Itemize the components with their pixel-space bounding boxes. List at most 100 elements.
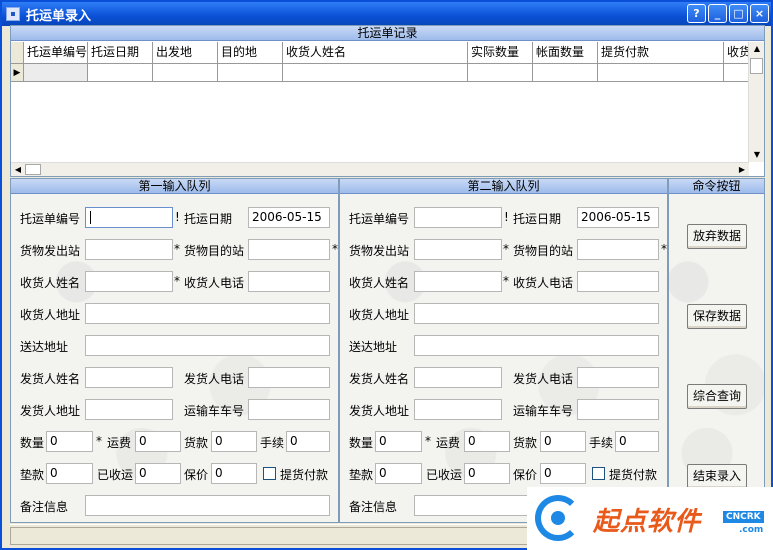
scroll-left-icon[interactable]: ◀ xyxy=(11,163,25,177)
truck-no-input-2[interactable] xyxy=(577,399,659,420)
table-cell[interactable] xyxy=(153,64,218,82)
waybill-records-grid[interactable]: 托运单记录 托运单编号 托运日期 出发地 目的地 收货人姓名 实际数量 帐面数量… xyxy=(10,25,765,177)
pay-on-pickup-checkbox[interactable] xyxy=(263,467,276,480)
table-cell[interactable] xyxy=(88,64,153,82)
consignee-address-input-2[interactable] xyxy=(414,303,659,324)
discard-data-button[interactable]: 放弃数据 xyxy=(687,224,747,249)
collected-input[interactable]: 0 xyxy=(135,463,181,484)
freight-input-2[interactable]: 0 xyxy=(464,431,510,452)
query-button[interactable]: 综合查询 xyxy=(687,384,747,409)
column-header-consignee-name[interactable]: 收货人姓名 xyxy=(283,42,468,64)
grid-vertical-scrollbar[interactable]: ▲ ▼ xyxy=(748,42,764,162)
consignee-phone-input[interactable] xyxy=(248,271,330,292)
help-button[interactable]: ? xyxy=(687,4,706,23)
origin-input[interactable] xyxy=(85,239,173,260)
grid-horizontal-scrollbar[interactable]: ◀ ▶ xyxy=(11,162,749,176)
label-freight: 运费 xyxy=(436,436,461,450)
label-origin: 货物发出站 xyxy=(349,244,410,258)
label-quantity: 数量 xyxy=(20,436,45,450)
watermark-brand: 起点软件 xyxy=(593,507,702,537)
waybill-no-input[interactable] xyxy=(85,207,173,228)
fee-input[interactable]: 0 xyxy=(286,431,330,452)
label-shipper-name: 发货人姓名 xyxy=(20,372,81,386)
consignee-name-input[interactable] xyxy=(85,271,173,292)
truck-no-input[interactable] xyxy=(248,399,330,420)
scroll-up-icon[interactable]: ▲ xyxy=(749,42,765,56)
freight-input[interactable]: 0 xyxy=(135,431,181,452)
column-header-receive[interactable]: 收货 xyxy=(724,42,749,64)
scroll-thumb[interactable] xyxy=(25,164,41,175)
label-shipper-name: 发货人姓名 xyxy=(349,372,410,386)
label-delivery-address: 送达地址 xyxy=(349,340,398,354)
ship-date-input-2[interactable]: 2006-05-15 xyxy=(577,207,659,228)
quantity-input[interactable]: 0 xyxy=(46,431,93,452)
watermark: 起点软件 CNCRK .com xyxy=(527,487,773,550)
quantity-input-2[interactable]: 0 xyxy=(375,431,422,452)
insured-input[interactable]: 0 xyxy=(211,463,257,484)
required-mark: * xyxy=(661,242,667,256)
scroll-right-icon[interactable]: ▶ xyxy=(735,163,749,177)
status-cell xyxy=(10,527,530,545)
required-mark: * xyxy=(96,434,102,448)
fee-input-2[interactable]: 0 xyxy=(615,431,659,452)
label-truck-no: 运输车车号 xyxy=(513,404,574,418)
text-caret xyxy=(90,211,91,224)
close-button[interactable]: × xyxy=(750,4,769,23)
brand-logo-icon xyxy=(535,495,581,541)
table-cell[interactable] xyxy=(24,64,88,82)
maximize-button[interactable]: □ xyxy=(729,4,748,23)
scroll-down-icon[interactable]: ▼ xyxy=(749,148,765,162)
save-data-button[interactable]: 保存数据 xyxy=(687,304,747,329)
first-input-queue: 第一输入队列 托运单编号 ! 托运日期 2006-05-15 货物发出站 * 货… xyxy=(10,178,339,523)
shipper-name-input-2[interactable] xyxy=(414,367,502,388)
insured-input-2[interactable]: 0 xyxy=(540,463,586,484)
table-cell[interactable] xyxy=(218,64,283,82)
ship-date-input[interactable]: 2006-05-15 xyxy=(248,207,330,228)
goods-payment-input[interactable]: 0 xyxy=(211,431,257,452)
shipper-address-input[interactable] xyxy=(85,399,173,420)
destination-input-2[interactable] xyxy=(577,239,659,260)
table-cell[interactable] xyxy=(533,64,598,82)
consignee-phone-input-2[interactable] xyxy=(577,271,659,292)
goods-payment-input-2[interactable]: 0 xyxy=(540,431,586,452)
collected-input-2[interactable]: 0 xyxy=(464,463,510,484)
advance-input-2[interactable]: 0 xyxy=(375,463,422,484)
column-header-actual-qty[interactable]: 实际数量 xyxy=(468,42,533,64)
column-header-waybill-no[interactable]: 托运单编号 xyxy=(24,42,88,64)
row-indicator-icon: ▶ xyxy=(11,64,24,82)
scroll-thumb[interactable] xyxy=(750,58,763,74)
delivery-address-input[interactable] xyxy=(85,335,330,356)
column-header-book-qty[interactable]: 帐面数量 xyxy=(533,42,598,64)
origin-input-2[interactable] xyxy=(414,239,502,260)
shipper-address-input-2[interactable] xyxy=(414,399,502,420)
minimize-button[interactable]: _ xyxy=(708,4,727,23)
table-cell[interactable] xyxy=(283,64,468,82)
column-header-origin[interactable]: 出发地 xyxy=(153,42,218,64)
destination-input[interactable] xyxy=(248,239,330,260)
consignee-name-input-2[interactable] xyxy=(414,271,502,292)
pay-on-pickup-checkbox-2[interactable] xyxy=(592,467,605,480)
table-cell[interactable] xyxy=(724,64,749,82)
table-cell[interactable] xyxy=(468,64,533,82)
app-icon[interactable] xyxy=(6,7,20,21)
advance-input[interactable]: 0 xyxy=(46,463,93,484)
shipper-phone-input-2[interactable] xyxy=(577,367,659,388)
table-cell[interactable] xyxy=(598,64,724,82)
finish-entry-button[interactable]: 结束录入 xyxy=(687,464,747,489)
label-shipper-phone: 发货人电话 xyxy=(513,372,574,386)
shipper-phone-input[interactable] xyxy=(248,367,330,388)
waybill-no-input-2[interactable] xyxy=(414,207,502,228)
label-delivery-address: 送达地址 xyxy=(20,340,69,354)
delivery-address-input-2[interactable] xyxy=(414,335,659,356)
column-header-ship-date[interactable]: 托运日期 xyxy=(88,42,153,64)
table-row[interactable]: ▶ xyxy=(11,64,749,82)
column-header-destination[interactable]: 目的地 xyxy=(218,42,283,64)
separator-mark: ! xyxy=(504,210,509,224)
shipper-name-input[interactable] xyxy=(85,367,173,388)
consignee-address-input[interactable] xyxy=(85,303,330,324)
label-shipper-address: 发货人地址 xyxy=(349,404,410,418)
title-bar[interactable]: 托运单录入 ? _ □ × xyxy=(2,2,771,26)
label-insured: 保价 xyxy=(184,468,209,482)
column-header-pay-on-pickup[interactable]: 提货付款 xyxy=(598,42,724,64)
remarks-input[interactable] xyxy=(85,495,330,516)
